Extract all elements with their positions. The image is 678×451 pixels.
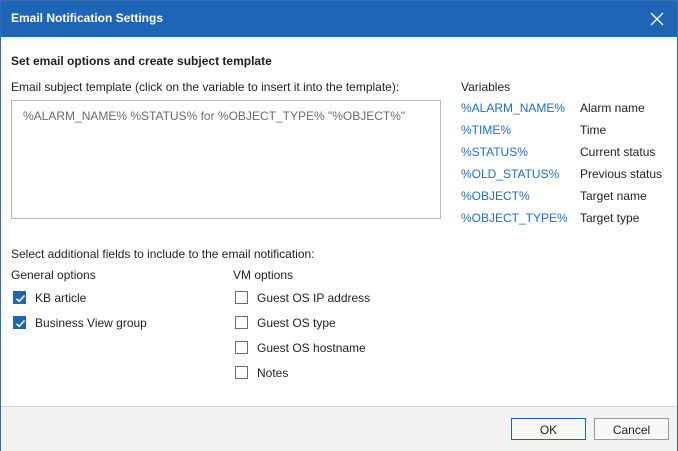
title-bar: Email Notification Settings [1,1,677,37]
variable-object-type-desc: Target type [580,211,640,225]
guest-os-hostname-label: Guest OS hostname [257,341,366,355]
business-view-group-label: Business View group [35,316,147,330]
variables-title: Variables [461,80,511,94]
guest-os-type-checkbox[interactable] [235,316,248,329]
subject-template-value: %ALARM_NAME% %STATUS% for %OBJECT_TYPE% … [23,109,406,123]
variable-status-desc: Current status [580,145,656,159]
variable-object-desc: Target name [580,189,647,203]
subject-template-input[interactable]: %ALARM_NAME% %STATUS% for %OBJECT_TYPE% … [11,100,441,219]
kb-article-checkbox[interactable] [13,291,26,304]
notes-label: Notes [257,366,289,380]
email-notification-settings-dialog: Email Notification Settings Set email op… [0,0,678,451]
close-icon[interactable] [647,9,667,29]
guest-os-ip-address-label: Guest OS IP address [257,291,371,305]
variable-object-type-link[interactable]: %OBJECT_TYPE% [461,211,568,225]
kb-article-label: KB article [35,291,87,305]
checkmark-icon [15,294,26,303]
guest-os-hostname-checkbox[interactable] [235,341,248,354]
variable-time-desc: Time [580,123,607,137]
cancel-button[interactable]: Cancel [594,418,669,440]
subject-template-label: Email subject template (click on the var… [11,80,400,94]
notes-checkbox[interactable] [235,366,248,379]
variable-alarm-name-desc: Alarm name [580,101,645,115]
vm-options-title: VM options [233,268,294,282]
ok-button[interactable]: OK [511,418,586,440]
variable-old-status-desc: Previous status [580,167,663,181]
variable-old-status-link[interactable]: %OLD_STATUS% [461,167,559,181]
dialog-footer: OK Cancel [1,406,677,451]
variable-status-link[interactable]: %STATUS% [461,145,528,159]
additional-fields-label: Select additional fields to include to t… [11,247,315,261]
general-options-title: General options [11,268,96,282]
variable-object-link[interactable]: %OBJECT% [461,189,530,203]
variable-time-link[interactable]: %TIME% [461,123,511,137]
business-view-group-checkbox[interactable] [13,316,26,329]
section-title: Set email options and create subject tem… [11,54,272,68]
guest-os-ip-address-checkbox[interactable] [235,291,248,304]
variable-alarm-name-link[interactable]: %ALARM_NAME% [461,101,565,115]
guest-os-type-label: Guest OS type [257,316,336,330]
dialog-title: Email Notification Settings [11,11,164,25]
checkmark-icon [15,319,26,328]
